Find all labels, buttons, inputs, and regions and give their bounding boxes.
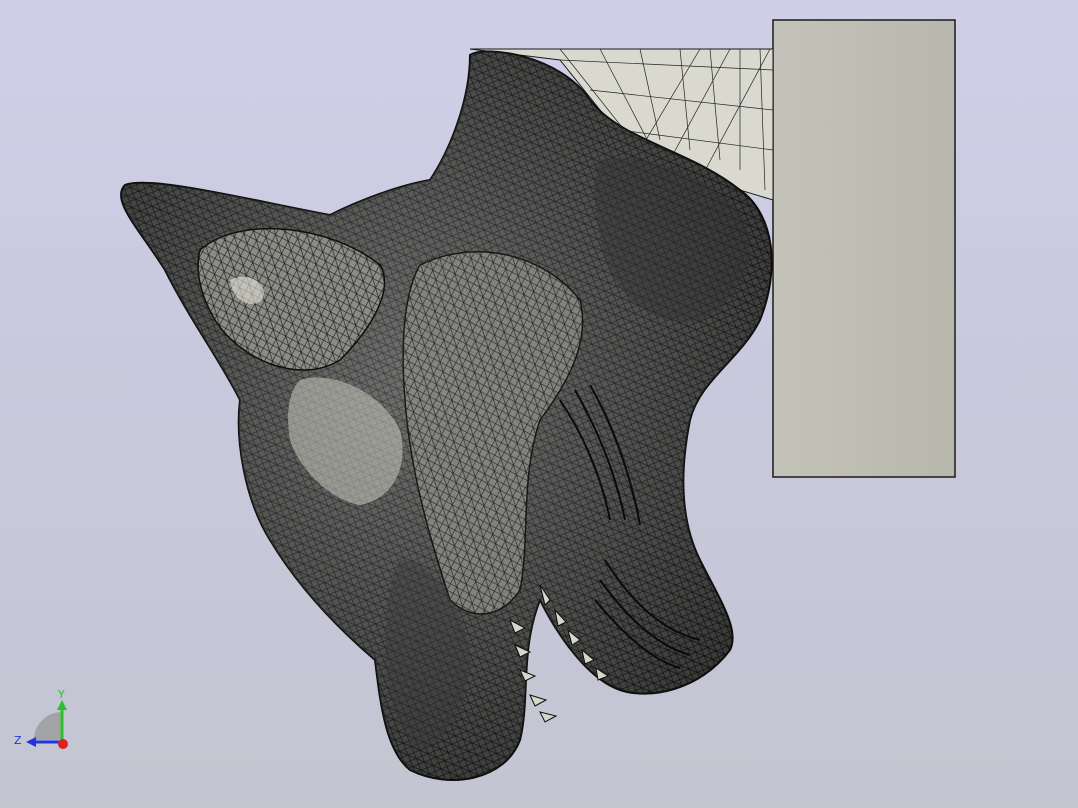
y-axis-label: Y: [57, 688, 65, 701]
skull-mesh-model[interactable]: [119, 50, 773, 781]
model-canvas[interactable]: Y Z: [0, 0, 1078, 808]
x-axis-dot: [58, 739, 68, 749]
fixture-block[interactable]: [772, 19, 956, 478]
graphics-viewport[interactable]: Y Z: [0, 0, 1078, 808]
z-axis-label: Z: [14, 734, 22, 747]
orientation-triad: Y Z: [14, 688, 68, 749]
